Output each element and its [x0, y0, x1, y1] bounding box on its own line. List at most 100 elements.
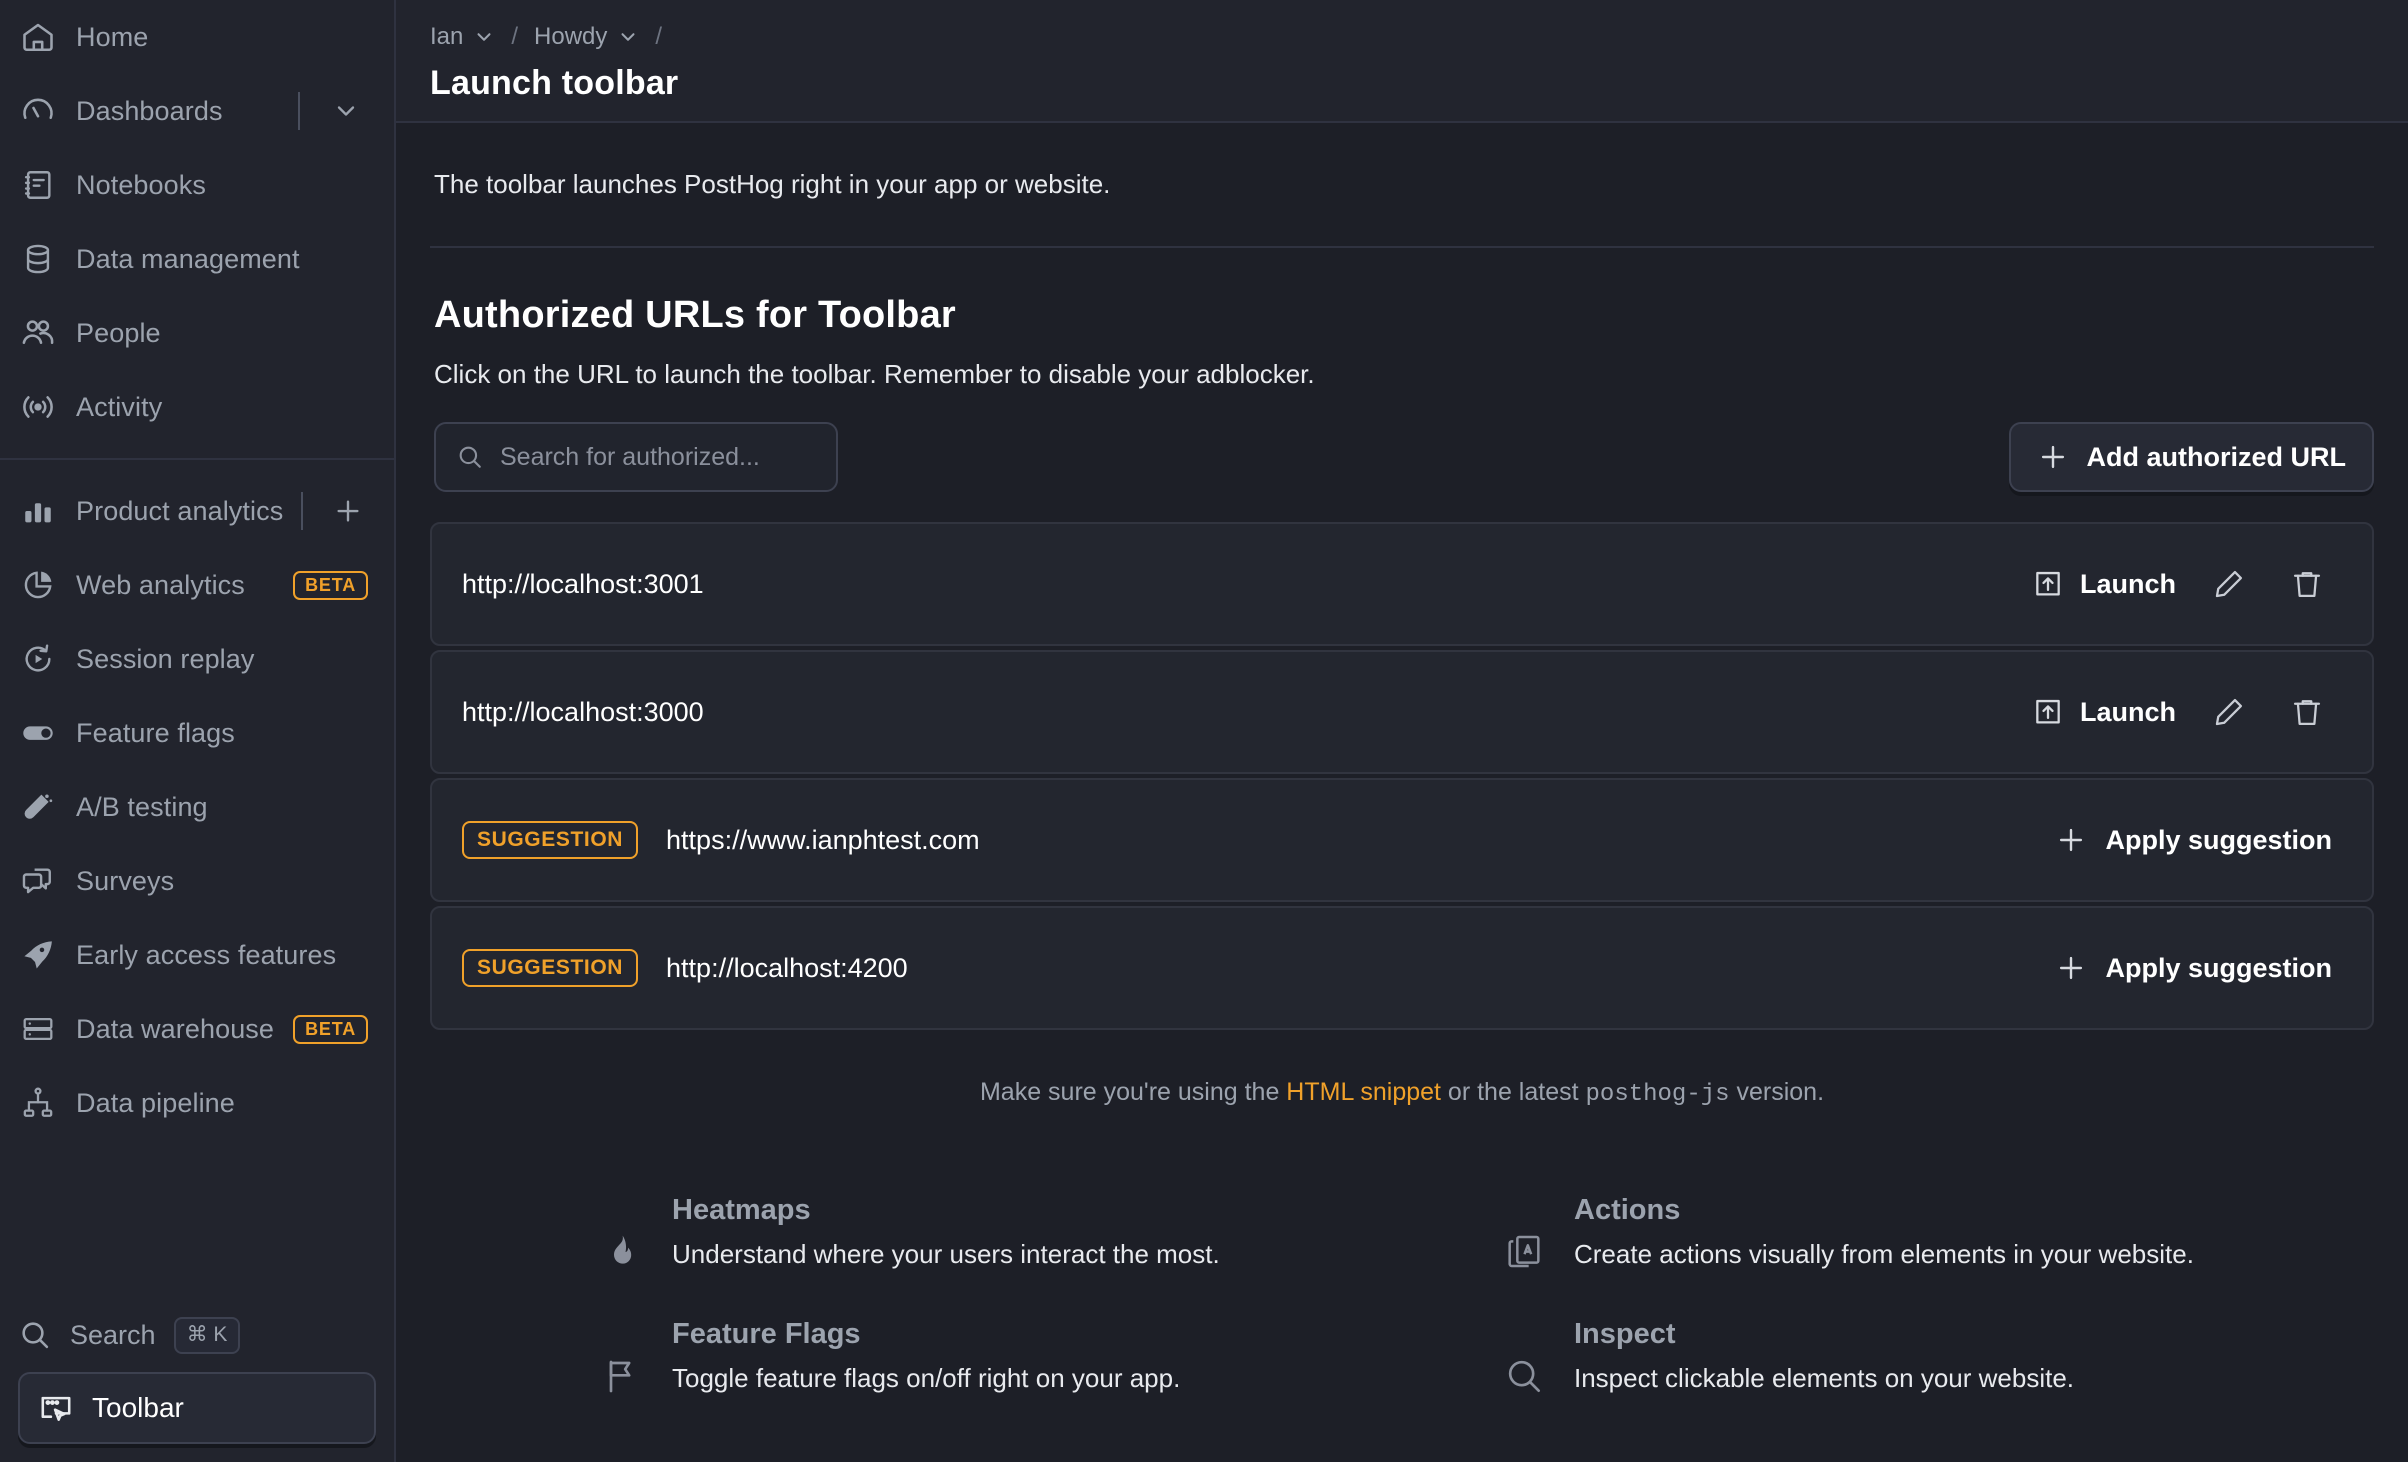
feature-text: Feature Flags Toggle feature flags on/of… [672, 1318, 1444, 1394]
people-icon [18, 313, 58, 353]
sidebar-search-label: Search [70, 1319, 156, 1350]
sidebar-item-product-analytics[interactable]: Product analytics [0, 474, 394, 548]
breadcrumb-item-project[interactable]: Howdy [534, 23, 639, 51]
feature-text: Heatmaps Understand where your users int… [672, 1194, 1444, 1270]
footnote: Make sure you're using the HTML snippet … [430, 1034, 2374, 1108]
feature-name: Actions [1574, 1194, 1681, 1226]
breadcrumb-item-org[interactable]: Ian [430, 23, 495, 51]
footnote-middle: or the latest [1440, 1078, 1586, 1106]
sidebar-item-toolbar[interactable]: Toolbar [18, 1372, 376, 1444]
bar-chart-icon [18, 491, 58, 531]
search-authorized-urls[interactable] [434, 422, 838, 492]
home-icon [18, 17, 58, 57]
pencil-icon[interactable] [2190, 552, 2268, 616]
search-icon [18, 1318, 52, 1352]
sidebar-item-home[interactable]: Home [0, 0, 394, 74]
toggle-icon [18, 713, 58, 753]
sidebar-item-early-access-features[interactable]: Early access features [0, 918, 394, 992]
status-badge: BETA [293, 570, 368, 600]
status-badge: BETA [293, 1014, 368, 1044]
sidebar-item-activity[interactable]: Activity [0, 370, 394, 444]
section-subtitle: Click on the URL to launch the toolbar. … [434, 359, 1315, 389]
launch-label: Launch [2079, 696, 2176, 727]
apply-suggestion-button[interactable]: Apply suggestion [2041, 942, 2346, 994]
authorized-url-list: http://localhost:3001 Launch http://loca… [430, 522, 2374, 1030]
authorized-url-link[interactable]: http://localhost:3000 [462, 697, 2018, 728]
sidebar-item-label: Session replay [76, 643, 255, 674]
search-input[interactable] [500, 442, 816, 472]
suggested-url-link[interactable]: http://localhost:4200 [666, 953, 2041, 984]
launch-icon [2032, 696, 2064, 728]
app-root: Home Dashboards Notebooks Data managemen… [0, 0, 2408, 1462]
launch-icon [2032, 568, 2064, 600]
magnifier-icon [1500, 1352, 1548, 1400]
sidebar-item-ab-testing[interactable]: A/B testing [0, 770, 394, 844]
sidebar-search-button[interactable]: Search ⌘ K [18, 1298, 376, 1372]
feature-description: Understand where your users interact the… [672, 1239, 1220, 1269]
footnote-prefix: Make sure you're using the [979, 1078, 1287, 1106]
sidebar-item-label: Toolbar [92, 1392, 184, 1423]
status-badge: SUGGESTION [462, 821, 639, 859]
plus-icon[interactable] [327, 489, 368, 533]
feature-heatmaps: Heatmaps Understand where your users int… [598, 1194, 1444, 1276]
sidebar-item-notebooks[interactable]: Notebooks [0, 148, 394, 222]
breadcrumb-label: Ian [430, 23, 464, 50]
feature-name: Inspect [1574, 1318, 1676, 1350]
sidebar-item-feature-flags[interactable]: Feature flags [0, 696, 394, 770]
sidebar-item-label: Early access features [76, 939, 337, 970]
search-icon [456, 443, 484, 471]
database-icon [18, 239, 58, 279]
sidebar-item-label: A/B testing [76, 791, 208, 822]
sidebar-divider [0, 458, 394, 460]
sidebar-item-surveys[interactable]: Surveys [0, 844, 394, 918]
notebook-icon [18, 165, 58, 205]
intro-text: The toolbar launches PostHog right in yo… [430, 123, 2374, 248]
sidebar-item-session-replay[interactable]: Session replay [0, 622, 394, 696]
apply-suggestion-label: Apply suggestion [2105, 952, 2332, 983]
feature-text: Actions Create actions visually from ele… [1574, 1194, 2346, 1270]
sidebar-item-data-management[interactable]: Data management [0, 222, 394, 296]
sidebar-item-data-pipeline[interactable]: Data pipeline [0, 1066, 394, 1140]
status-badge: SUGGESTION [462, 949, 639, 987]
apply-suggestion-button[interactable]: Apply suggestion [2041, 814, 2346, 866]
footnote-suffix: version. [1729, 1078, 1825, 1106]
pie-chart-icon [18, 565, 58, 605]
divider [301, 492, 304, 530]
trash-icon[interactable] [2268, 552, 2346, 616]
flask-icon [18, 787, 58, 827]
sidebar-item-people[interactable]: People [0, 296, 394, 370]
table-row: http://localhost:3000 Launch [430, 650, 2374, 774]
sidebar-item-label: Data management [76, 243, 300, 274]
pipeline-icon [18, 1083, 58, 1123]
sidebar-item-data-warehouse[interactable]: Data warehouse BETA [0, 992, 394, 1066]
divider [298, 92, 300, 130]
flame-icon [598, 1228, 646, 1276]
add-authorized-url-button[interactable]: Add authorized URL [2008, 422, 2374, 492]
sidebar-item-web-analytics[interactable]: Web analytics BETA [0, 548, 394, 622]
chevron-down-icon[interactable] [324, 89, 368, 133]
sidebar-bottom: Search ⌘ K Toolbar [0, 1298, 394, 1462]
footnote-code: posthog-js [1585, 1081, 1730, 1108]
plus-icon [2055, 824, 2087, 856]
feature-text: Inspect Inspect clickable elements on yo… [1574, 1318, 2346, 1394]
suggested-url-link[interactable]: https://www.ianphtest.com [666, 825, 2041, 856]
chevron-down-icon [473, 26, 495, 48]
sidebar-item-label: Data pipeline [76, 1087, 235, 1118]
sidebar-item-dashboards[interactable]: Dashboards [0, 74, 394, 148]
sidebar-item-label: Home [76, 21, 149, 52]
table-row: SUGGESTION https://www.ianphtest.com App… [430, 778, 2374, 902]
pencil-icon[interactable] [2190, 680, 2268, 744]
main-content: Ian / Howdy / Launch toolbar The toolbar… [396, 0, 2408, 1462]
sidebar-item-label: Feature flags [76, 717, 235, 748]
toolbar-icon [38, 1390, 74, 1426]
sidebar-item-label: People [76, 317, 161, 348]
feature-name: Feature Flags [672, 1318, 861, 1350]
authorized-url-link[interactable]: http://localhost:3001 [462, 569, 2018, 600]
trash-icon[interactable] [2268, 680, 2346, 744]
html-snippet-link[interactable]: HTML snippet [1286, 1078, 1441, 1106]
launch-button[interactable]: Launch [2018, 686, 2190, 738]
launch-button[interactable]: Launch [2018, 558, 2190, 610]
sidebar-item-label: Product analytics [76, 495, 284, 526]
chat-icon [18, 861, 58, 901]
